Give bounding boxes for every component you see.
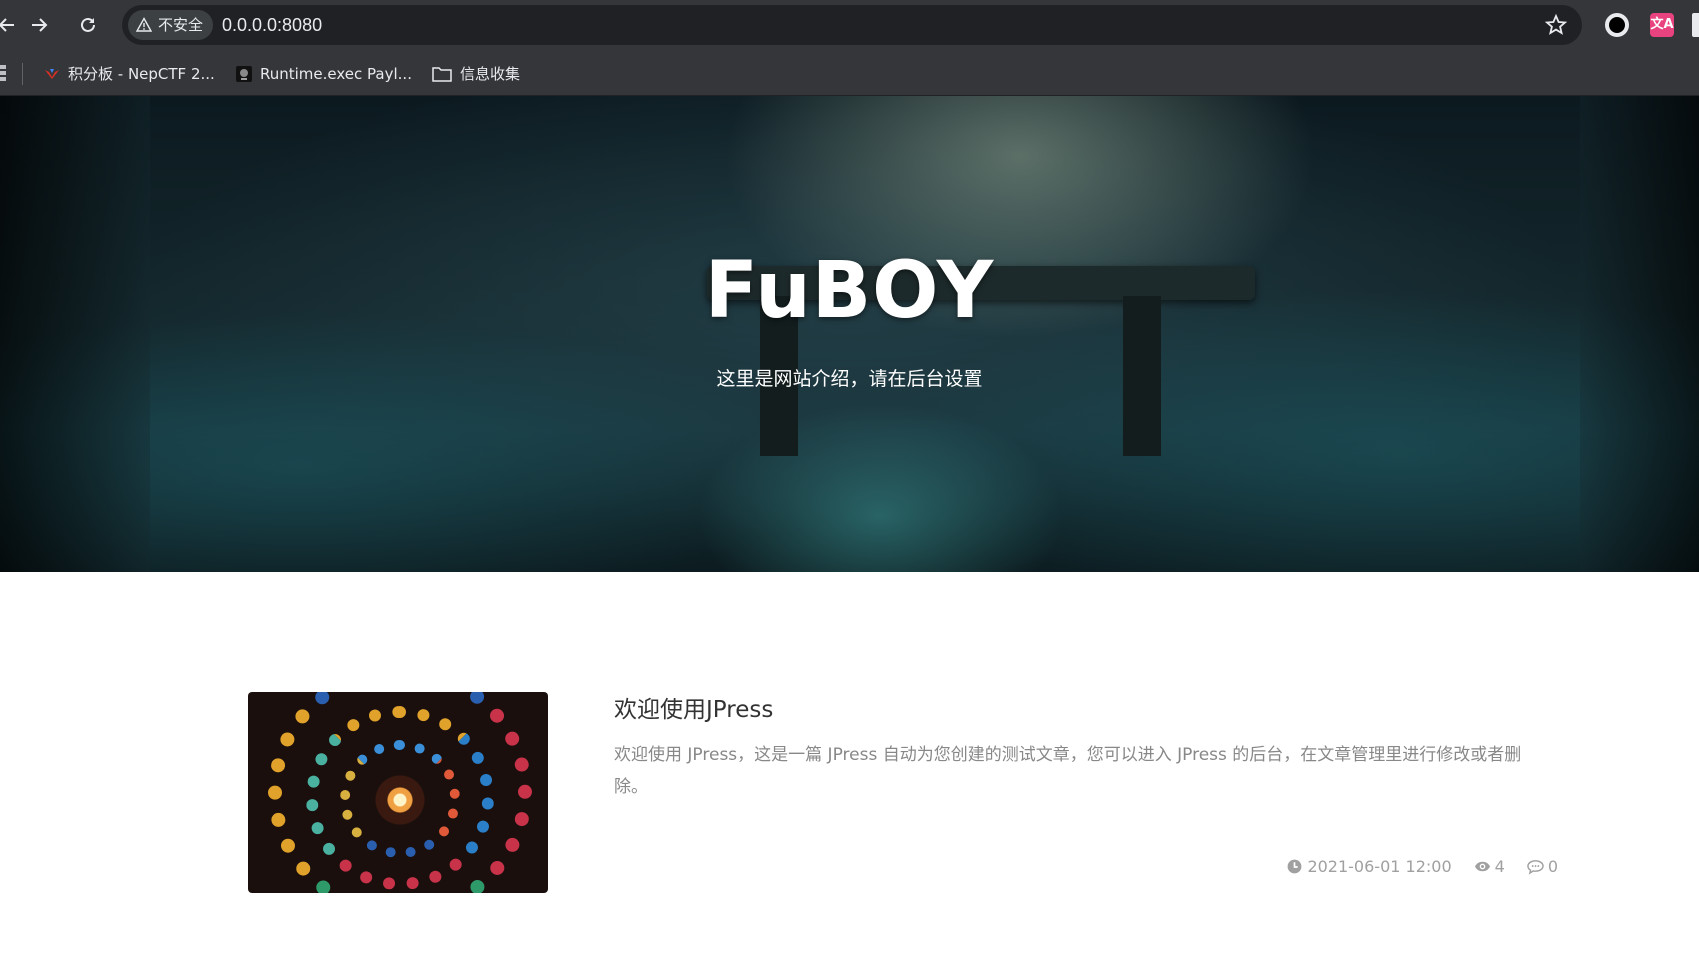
article-summary: 欢迎使用 JPress，这是一篇 JPress 自动为您创建的测试文章，您可以进… [614,745,1522,797]
bookmark-runtime-exec[interactable]: Runtime.exec Payl... [236,51,412,96]
article-comments: 0 [1527,857,1558,876]
security-label: 不安全 [158,16,204,34]
site-description: 这里是网站介绍，请在后台设置 [716,368,983,390]
article-views: 4 [1474,857,1505,876]
folder-icon [432,66,452,82]
apps-grid-icon[interactable] [0,65,6,81]
forward-arrow-icon [32,18,48,32]
bookmark-label: Runtime.exec Payl... [260,64,412,83]
address-bar[interactable]: 不安全 0.0.0.0:8080 [122,5,1582,45]
bookmark-nepctf[interactable]: 积分板 - NepCTF 2... [44,51,215,96]
bookmarks-bar: 积分板 - NepCTF 2... Runtime.exec Payl... 信… [0,51,1699,96]
article-meta: 2021-06-01 12:00 4 0 [1286,855,1558,877]
clock-icon [1288,859,1302,873]
back-arrow-icon [0,18,14,32]
bookmark-label: 积分板 - NepCTF 2... [68,65,215,83]
thumbnail-ring [340,740,460,858]
url-text[interactable]: 0.0.0.0:8080 [222,5,322,45]
comment-icon [1527,859,1544,875]
article-card: 欢迎使用JPress 欢迎使用 JPress，这是一篇 JPress 自动为您创… [248,692,1558,893]
forward-button[interactable] [26,11,54,39]
runtime-favicon-icon [236,65,252,82]
eye-icon [1474,861,1490,871]
site-title[interactable]: FuBOY [0,246,1699,336]
article-title[interactable]: 欢迎使用JPress [614,692,773,728]
warning-icon [136,17,152,32]
bookmark-label: 信息收集 [460,65,521,83]
extension-overflow-icon[interactable] [1692,13,1699,37]
bookmarks-divider [22,63,23,85]
translate-extension-icon[interactable]: 文A [1650,13,1674,37]
reload-button[interactable] [74,11,102,39]
reload-icon [81,17,95,32]
article-views-count: 4 [1494,856,1505,876]
bookmark-folder-info[interactable]: 信息收集 [432,51,520,96]
hero-banner: FuBOY 这里是网站介绍，请在后台设置 [0,96,1699,572]
extension-record-icon[interactable] [1605,13,1629,37]
browser-toolbar: 不安全 0.0.0.0:8080 文A [0,0,1699,51]
browser-chrome: 不安全 0.0.0.0:8080 文A 积分板 - NepCTF 2... Ru… [0,0,1699,96]
bookmark-star-icon[interactable] [1544,13,1568,37]
nepctf-favicon-icon [45,68,59,79]
article-comments-count: 0 [1547,856,1558,876]
article-thumbnail[interactable] [248,692,548,893]
article-date: 2021-06-01 12:00 [1286,856,1452,876]
article-date-text: 2021-06-01 12:00 [1307,856,1452,876]
back-button[interactable] [0,11,20,39]
security-indicator[interactable]: 不安全 [128,10,214,40]
